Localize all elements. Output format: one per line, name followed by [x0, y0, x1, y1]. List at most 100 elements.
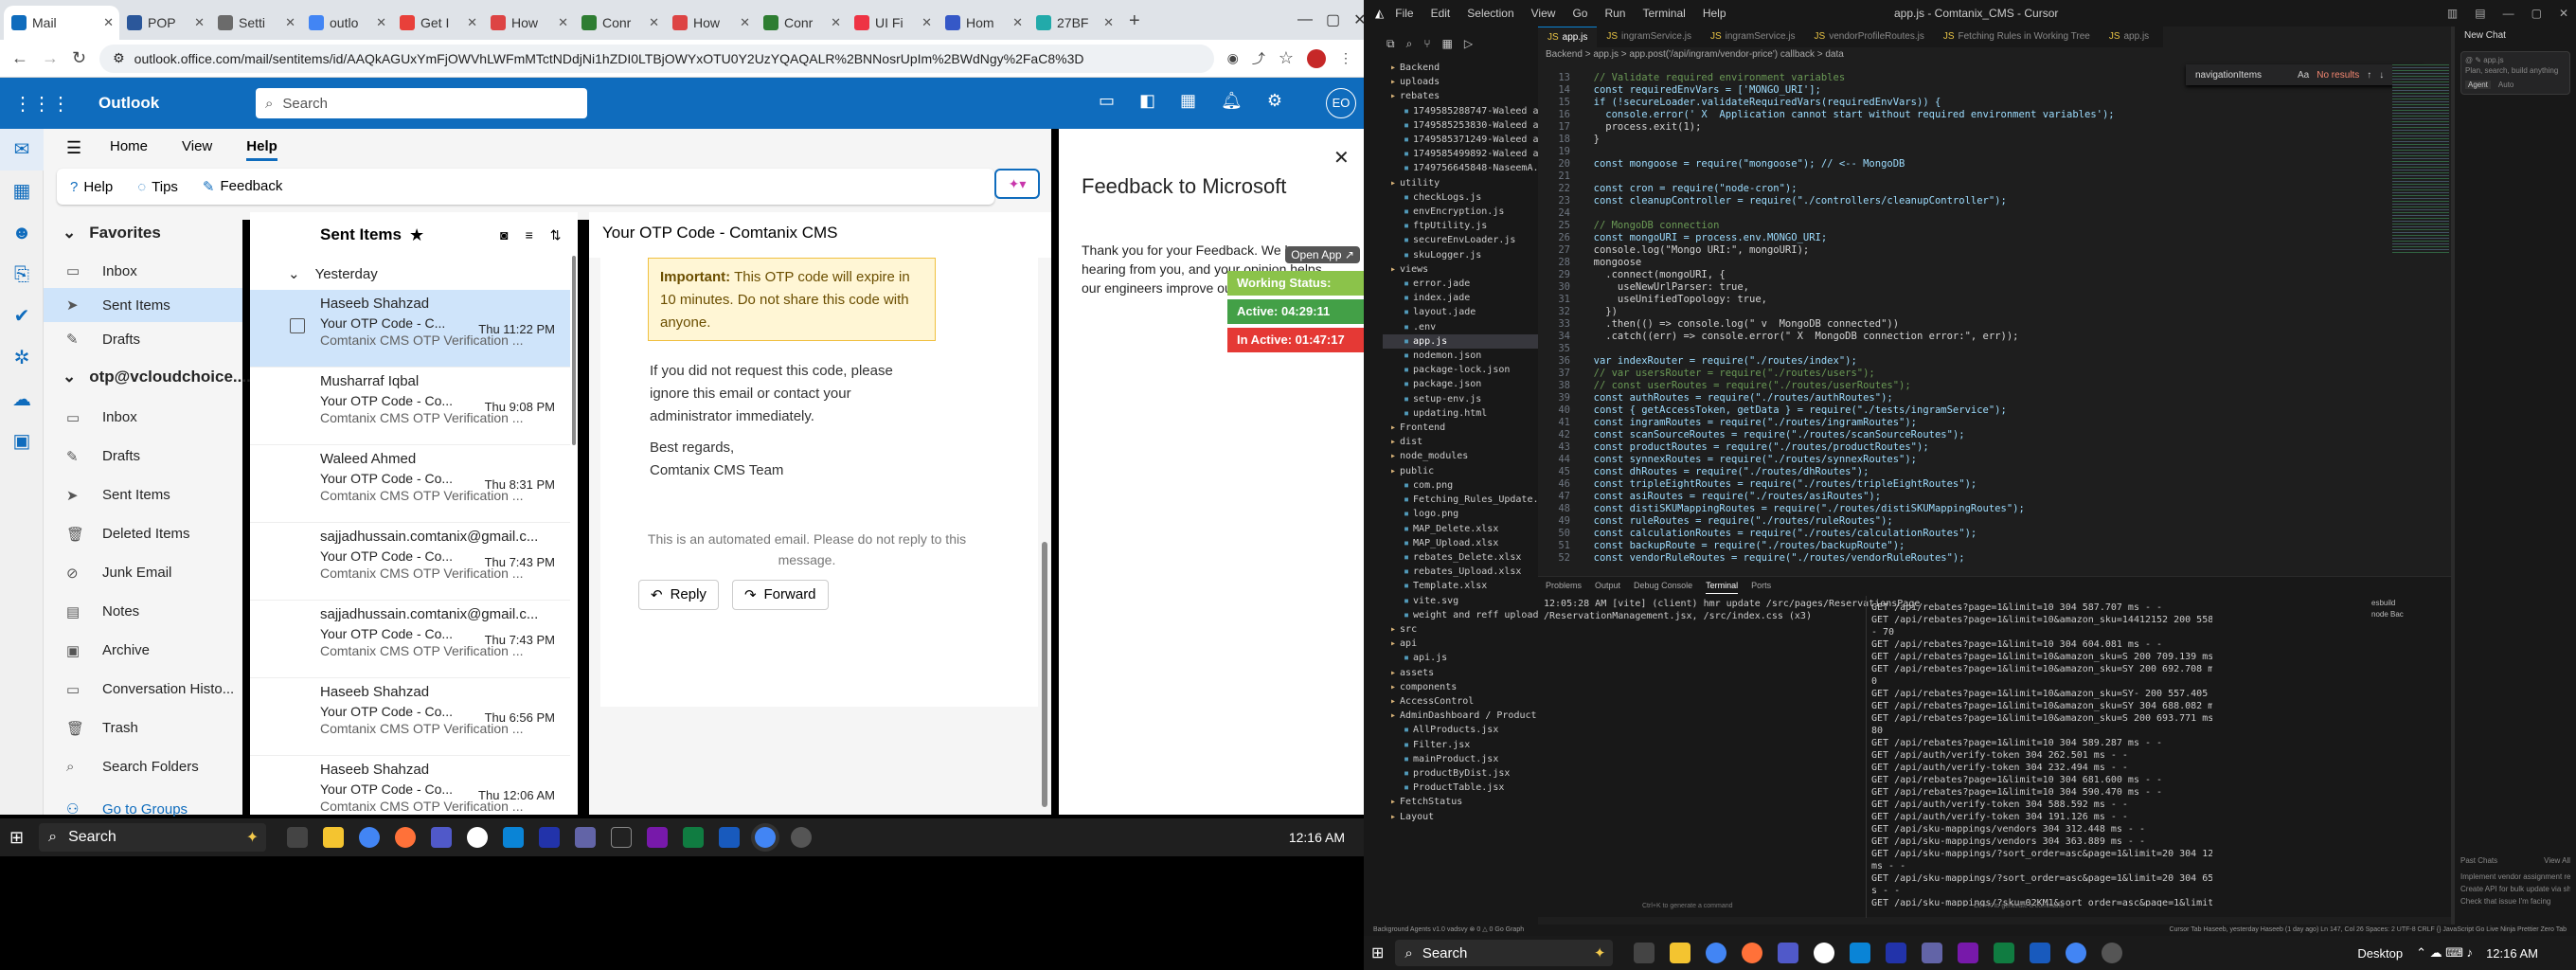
- meet-now-icon[interactable]: ▭: [1099, 91, 1115, 111]
- tray-icons[interactable]: ⌃ ☁ ⌨ ♪: [2416, 945, 2473, 961]
- explorer-folder[interactable]: ▸ views: [1383, 262, 1538, 277]
- panel-tab[interactable]: Problems: [1546, 577, 1582, 594]
- teams-icon[interactable]: ◧: [1139, 91, 1155, 111]
- browser-tab[interactable]: outlo ✕: [301, 6, 392, 40]
- settings-gear-icon[interactable]: ⚙: [1267, 91, 1282, 111]
- firefox-icon[interactable]: [1742, 943, 1763, 963]
- browser-tab[interactable]: POP ✕: [119, 6, 210, 40]
- teams-app-icon[interactable]: [1778, 943, 1799, 963]
- explorer-folder[interactable]: ▸ Backend: [1383, 61, 1538, 75]
- app-icon[interactable]: [1922, 943, 1943, 963]
- filter-icon[interactable]: ≡: [526, 227, 533, 242]
- file-explorer-icon[interactable]: [323, 827, 345, 848]
- menu-item[interactable]: Go: [1572, 7, 1587, 20]
- list-item[interactable]: Haseeb Shahzad Your OTP Code - C... Thu 11…: [250, 290, 570, 368]
- git-icon[interactable]: ⑂: [1423, 37, 1430, 50]
- maximize-icon[interactable]: ▢: [1326, 10, 1340, 29]
- explorer-folder[interactable]: ▸ Frontend: [1383, 421, 1538, 435]
- excel-icon[interactable]: [683, 827, 705, 848]
- menu-item[interactable]: Help: [1703, 7, 1726, 20]
- explorer-folder[interactable]: ▸ rebates: [1383, 89, 1538, 103]
- list-item[interactable]: Waleed Ahmed Your OTP Code - Co... Thu 8:3…: [250, 445, 570, 523]
- share-icon[interactable]: ⤴: [1252, 49, 1265, 68]
- close-icon[interactable]: ✕: [2559, 7, 2568, 20]
- explorer-file[interactable]: ▪ skuLogger.js: [1383, 248, 1538, 262]
- explorer-file[interactable]: ▪ nodemon.json: [1383, 349, 1538, 363]
- explorer-file[interactable]: ▪ app.js: [1383, 333, 1538, 350]
- tab-close-icon[interactable]: ✕: [103, 15, 114, 30]
- word-icon[interactable]: [2030, 943, 2051, 963]
- app-launcher-icon[interactable]: ⋮⋮⋮: [13, 92, 70, 116]
- menu-item[interactable]: File: [1395, 7, 1413, 20]
- ribbon-button[interactable]: ◌ Tips: [137, 179, 178, 195]
- open-app-button[interactable]: Open App ↗: [1285, 246, 1360, 263]
- menu-item[interactable]: View: [1531, 7, 1556, 20]
- explorer-file[interactable]: ▪ error.jade: [1383, 277, 1538, 291]
- explorer-file[interactable]: ▪ rebates_Upload.xlsx: [1383, 565, 1538, 579]
- explorer-folder[interactable]: ▸ AdminDashboard / Product: [1383, 709, 1538, 723]
- task-view-icon[interactable]: [1634, 943, 1655, 963]
- select-icon[interactable]: ◙: [500, 227, 508, 242]
- mail-icon[interactable]: ✉: [0, 129, 44, 171]
- explorer-file[interactable]: ▪ layout.jade: [1383, 305, 1538, 319]
- status-right[interactable]: Cursor Tab Haseeb, yesterday Haseeb (1 d…: [2169, 925, 2567, 936]
- browser-tab[interactable]: Setti ✕: [210, 6, 301, 40]
- task-view-icon[interactable]: [287, 827, 309, 848]
- browser-tab[interactable]: Hom ✕: [938, 6, 1029, 40]
- explorer-file[interactable]: ▪ rebates_Delete.xlsx: [1383, 550, 1538, 565]
- extensions-icon[interactable]: ▦: [1442, 37, 1453, 50]
- terminal-session[interactable]: esbuild: [2371, 598, 2451, 609]
- editor-tab[interactable]: JS Fetching Rules in Working Tree: [1934, 27, 2100, 47]
- explorer-file[interactable]: ▪ ProductTable.jsx: [1383, 781, 1538, 795]
- explorer-file[interactable]: ▪ com.png: [1383, 478, 1538, 493]
- bookmark-star-icon[interactable]: ☆: [1279, 48, 1294, 68]
- browser-tab[interactable]: Mail ✕: [4, 6, 119, 40]
- terminal-session[interactable]: node Bac: [2371, 609, 2451, 620]
- search-icon[interactable]: ⌕: [1406, 37, 1413, 51]
- explorer-file[interactable]: ▪ MAP_Upload.xlsx: [1383, 536, 1538, 550]
- chrome-icon[interactable]: [359, 827, 381, 848]
- explorer-file[interactable]: ▪Fetching_Rules_Update.xlsx: [1383, 493, 1538, 507]
- panel-icon[interactable]: ▤: [2475, 7, 2485, 20]
- tab-close-icon[interactable]: ✕: [1012, 15, 1023, 30]
- tab-close-icon[interactable]: ✕: [558, 15, 568, 30]
- code-editor[interactable]: 13 // Validate required environment vari…: [1544, 72, 2169, 574]
- vscode-icon[interactable]: [503, 827, 525, 848]
- layout-icon[interactable]: ▥: [2447, 7, 2458, 20]
- account-header[interactable]: ⌄ otp@vcloudchoice....: [44, 356, 251, 398]
- profile-icon[interactable]: [1307, 48, 1326, 68]
- list-scrollbar[interactable]: [570, 212, 578, 815]
- tab-close-icon[interactable]: ✕: [467, 15, 477, 30]
- explorer-file[interactable]: ▪1749585499892-Waleed ay...: [1383, 147, 1538, 161]
- past-chat-item[interactable]: Create API for bulk update via sheet: [2460, 883, 2570, 895]
- agent-mode[interactable]: Agent: [2465, 81, 2491, 89]
- tab-close-icon[interactable]: ✕: [921, 15, 932, 30]
- explorer-file[interactable]: ▪ .env: [1383, 320, 1538, 334]
- teams-app-icon[interactable]: [431, 827, 453, 848]
- folder-item[interactable]: 🗑︎ Deleted Items: [44, 514, 242, 553]
- ribbon-button[interactable]: ? Help: [70, 179, 113, 195]
- folder-item[interactable]: ⌕ Search Folders: [44, 747, 242, 786]
- files-icon[interactable]: ⧉: [1386, 37, 1395, 51]
- cursor-icon[interactable]: [539, 827, 561, 848]
- explorer-file[interactable]: ▪ api.js: [1383, 651, 1538, 665]
- status-left[interactable]: Background Agents v1.0 vadsvy ⊗ 0 △ 0 Go…: [1373, 925, 1524, 936]
- group-header[interactable]: ⌄ Yesterday: [250, 258, 570, 290]
- folder-item[interactable]: ▤ Notes: [44, 592, 242, 631]
- explorer-file[interactable]: ▪ Template.xlsx: [1383, 579, 1538, 593]
- editor-tab[interactable]: JS ingramService.js: [1597, 27, 1701, 47]
- browser-tab[interactable]: Conr ✕: [574, 6, 665, 40]
- terminal-split[interactable]: [1866, 596, 1867, 918]
- tab-close-icon[interactable]: ✕: [285, 15, 295, 30]
- explorer-file[interactable]: ▪ Filter.jsx: [1383, 738, 1538, 752]
- view-all-link[interactable]: View All: [2544, 856, 2570, 865]
- new-tab-icon[interactable]: +: [1129, 10, 1140, 32]
- browser-tab[interactable]: Get I ✕: [392, 6, 483, 40]
- explorer-file[interactable]: ▪ logo.png: [1383, 507, 1538, 521]
- copilot-button[interactable]: ✦▾: [994, 169, 1040, 199]
- github-icon[interactable]: [467, 827, 489, 848]
- taskbar-search[interactable]: ⌕ Search ✦: [1395, 940, 1614, 966]
- minimize-icon[interactable]: —: [1297, 11, 1313, 28]
- minimize-icon[interactable]: —: [2503, 7, 2514, 20]
- tab-close-icon[interactable]: ✕: [194, 15, 205, 30]
